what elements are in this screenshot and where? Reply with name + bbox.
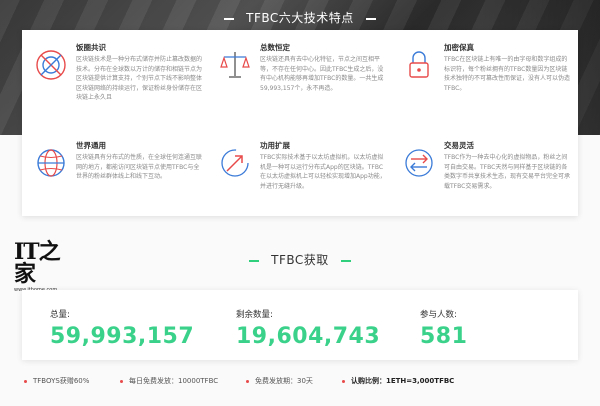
feature-universal: 世界通用 区块链具有分布式的性质，在全球任何连通互联网的地方，都能访问区块链节点… <box>34 140 206 220</box>
bullet-text: TFBOYS获赠60% <box>33 377 90 385</box>
feature-extensibility: 功用扩展 TFBC实际技术基于以太坊虚拟机，以太坊虚拟机是一种可以运行分布式Ap… <box>218 140 390 220</box>
feature-encryption: 加密保真 TFBC在区块链上有唯一的由字母和数字组成的标识符，每个粉丝拥有的TF… <box>402 42 574 122</box>
stat-value: 19,604,743 <box>236 324 381 349</box>
feature-title: 世界通用 <box>76 141 106 150</box>
stat-value: 59,993,157 <box>50 324 195 349</box>
bullet-dot-icon <box>342 379 345 383</box>
bullet-text: 每日免费发放：10000TFBC <box>129 377 219 385</box>
features-card: 饭圈共识 区块链技术是一种分布式储存并防止篡改数据的技术。分布在全球数以万计的储… <box>22 30 578 216</box>
feature-title: 总数恒定 <box>260 43 290 52</box>
stat-label: 参与人数: <box>420 310 457 320</box>
balance-scale-icon <box>218 48 252 82</box>
feature-title: 功用扩展 <box>260 141 290 150</box>
bullet-dot-icon <box>24 379 27 383</box>
bullet-item: 认购比例：1ETH=3,000TFBC <box>342 376 454 386</box>
feature-trading: 交易灵活 TFBC作为一种去中心化的虚拟物品，粉丝之间可自由交易。TFBC天然与… <box>402 140 574 220</box>
title-dash-right <box>340 259 351 262</box>
bullet-dot-icon <box>246 379 249 383</box>
trend-arrow-icon <box>218 146 252 180</box>
feature-description: 区块链技术是一种分布式储存并防止篡改数据的技术。分布在全球数以万计的储存和相链节… <box>76 56 203 102</box>
stat-label: 剩余数量: <box>236 310 273 320</box>
feature-title: 加密保真 <box>444 43 474 52</box>
bullet-text: 认购比例：1ETH=3,000TFBC <box>351 377 455 385</box>
acquire-title-text: TFBC获取 <box>271 253 329 267</box>
lock-icon <box>402 48 436 82</box>
stats-card: 总量: 59,993,157 剩余数量: 19,604,743 参与人数: 58… <box>22 290 578 360</box>
globe-icon <box>34 146 68 180</box>
feature-description: TFBC实际技术基于以太坊虚拟机，以太坊虚拟机是一种可以运行分布式App的区块链… <box>260 154 386 190</box>
feature-title: 饭圈共识 <box>76 43 106 52</box>
feature-consensus: 饭圈共识 区块链技术是一种分布式储存并防止篡改数据的技术。分布在全球数以万计的储… <box>34 42 206 122</box>
stat-label: 总量: <box>50 310 70 320</box>
feature-fixed-supply: 总数恒定 区块链还具有去中心化特征，节点之间互相平等，不存在任何中心。因此TFB… <box>218 42 390 122</box>
feature-description: TFBC作为一种去中心化的虚拟物品，粉丝之间可自由交易。TFBC天然与同样基于区… <box>444 154 571 190</box>
exchange-arrows-icon <box>402 146 436 180</box>
feature-description: TFBC在区块链上有唯一的由字母和数字组成的标识符，每个粉丝拥有的TFBC数量因… <box>444 56 571 92</box>
target-icon <box>34 48 68 82</box>
features-section-title: TFBC六大技术特点 <box>0 9 600 26</box>
stat-value: 581 <box>420 324 468 349</box>
feature-description: 区块链还具有去中心化特征，节点之间互相平等，不存在任何中心。因此TFBC生成之后… <box>260 56 384 92</box>
title-dash-left <box>224 17 235 20</box>
feature-title: 交易灵活 <box>444 141 474 150</box>
features-title-text: TFBC六大技术特点 <box>246 11 354 25</box>
title-dash-right <box>365 17 376 20</box>
bullet-text: 免费发放期：30天 <box>255 377 313 385</box>
bullet-item: 免费发放期：30天 <box>246 376 313 386</box>
bullet-dot-icon <box>120 379 123 383</box>
bullet-item: 每日免费发放：10000TFBC <box>120 376 218 386</box>
info-bullets: TFBOYS获赠60% 每日免费发放：10000TFBC 免费发放期：30天 认… <box>22 376 582 388</box>
acquire-section-title: TFBC获取 <box>0 251 600 268</box>
bullet-item: TFBOYS获赠60% <box>24 376 89 386</box>
feature-description: 区块链具有分布式的性质，在全球任何连通互联网的地方，都能访问区块链节点使用TFB… <box>76 154 203 181</box>
title-dash-left <box>249 259 260 262</box>
